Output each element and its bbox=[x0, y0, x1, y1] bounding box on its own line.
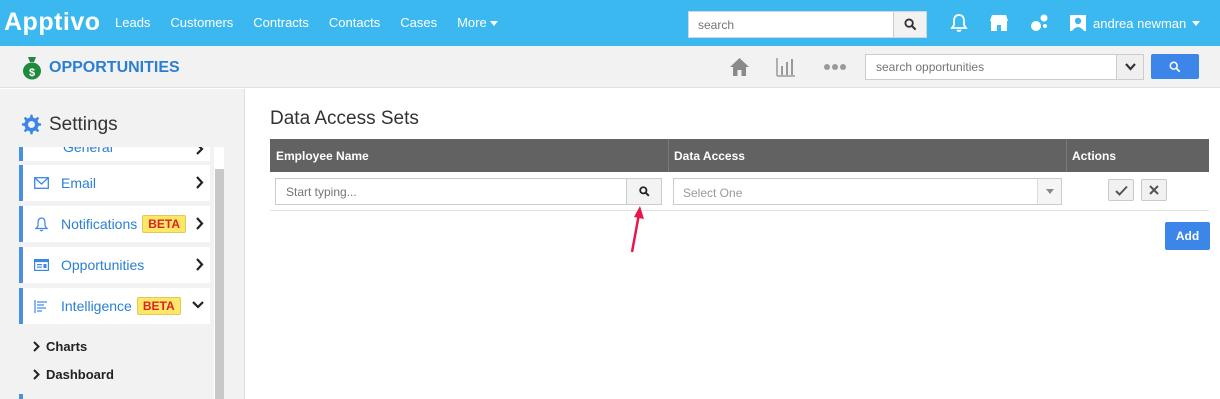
search-filter-dropdown[interactable] bbox=[1116, 55, 1143, 79]
nav-contacts[interactable]: Contacts bbox=[329, 15, 380, 30]
chevron-right-icon bbox=[196, 217, 204, 230]
user-menu[interactable]: andrea newman bbox=[1070, 15, 1201, 31]
column-header-employee-name: Employee Name bbox=[276, 149, 369, 163]
apps-icon bbox=[1031, 14, 1048, 31]
sidebar-item-label: Intelligence bbox=[61, 298, 132, 314]
user-avatar-icon bbox=[1070, 15, 1086, 31]
sidebar-subitem-dashboard[interactable]: Dashboard bbox=[33, 367, 114, 382]
app-store-button[interactable] bbox=[989, 13, 1009, 33]
list-icon bbox=[33, 298, 49, 314]
sidebar-item-edge bbox=[19, 394, 23, 399]
sidebar-item-general[interactable]: General bbox=[19, 147, 210, 161]
gear-icon bbox=[21, 114, 42, 135]
sidebar-item-notifications[interactable]: Notifications BETA bbox=[19, 206, 210, 242]
nav-more-label: More bbox=[457, 15, 487, 30]
sidebar-item-email[interactable]: Email bbox=[19, 165, 210, 201]
employee-name-input[interactable] bbox=[276, 179, 621, 204]
sidebar-item-label: Email bbox=[61, 175, 97, 191]
employee-name-field bbox=[275, 178, 627, 205]
bar-chart-icon bbox=[776, 58, 795, 77]
nav-more[interactable]: More bbox=[457, 15, 498, 30]
sidebar-item-label: Notifications bbox=[61, 216, 138, 232]
sidebar-item-opportunities[interactable]: Opportunities bbox=[19, 247, 210, 283]
notifications-bell-button[interactable] bbox=[949, 13, 969, 33]
opportunity-search-button[interactable] bbox=[1151, 54, 1199, 79]
annotation-arrow-icon bbox=[630, 206, 644, 253]
card-icon bbox=[33, 257, 49, 273]
sidebar-item-intelligence[interactable]: Intelligence BETA bbox=[19, 288, 210, 324]
settings-title-label: Settings bbox=[49, 113, 118, 135]
sidebar-scrollbar-thumb[interactable] bbox=[215, 169, 224, 399]
sidebar-item-general-label: General bbox=[63, 147, 113, 155]
bell-icon bbox=[950, 14, 968, 32]
column-divider bbox=[668, 139, 669, 172]
sidebar-subitem-charts[interactable]: Charts bbox=[33, 339, 87, 354]
apps-button[interactable] bbox=[1030, 13, 1050, 33]
caret-down-icon bbox=[489, 21, 498, 27]
sidebar-subitem-label: Dashboard bbox=[46, 367, 114, 382]
ellipsis-icon bbox=[824, 64, 846, 70]
dropdown-toggle[interactable] bbox=[1037, 179, 1061, 204]
chevron-right-icon bbox=[33, 341, 40, 352]
page-title: Data Access Sets bbox=[270, 108, 419, 129]
search-icon bbox=[638, 186, 649, 197]
chevron-down-icon bbox=[1124, 63, 1136, 71]
data-access-select[interactable]: Select One bbox=[673, 178, 1062, 205]
home-button[interactable] bbox=[729, 56, 750, 78]
checkmark-icon bbox=[1114, 185, 1128, 196]
more-options-button[interactable] bbox=[823, 56, 847, 78]
column-header-data-access: Data Access bbox=[674, 149, 745, 163]
chevron-right-icon bbox=[33, 369, 40, 380]
chevron-down-icon bbox=[192, 301, 204, 309]
top-navigation-bar: Apptivo Leads Customers Contracts Contac… bbox=[0, 0, 1220, 46]
nav-leads[interactable]: Leads bbox=[115, 15, 150, 30]
main-nav: Leads Customers Contracts Contacts Cases… bbox=[115, 15, 518, 30]
chevron-right-icon bbox=[196, 147, 204, 155]
cancel-button[interactable] bbox=[1141, 179, 1167, 201]
user-name: andrea newman bbox=[1093, 15, 1187, 31]
table-row: Select One bbox=[270, 172, 1209, 211]
beta-badge: BETA bbox=[142, 215, 187, 233]
reports-button[interactable] bbox=[776, 56, 796, 78]
global-search bbox=[688, 11, 927, 38]
store-icon bbox=[990, 15, 1008, 31]
confirm-button[interactable] bbox=[1108, 179, 1134, 201]
chevron-right-icon bbox=[196, 258, 204, 271]
chevron-right-icon bbox=[196, 176, 204, 189]
envelope-icon bbox=[33, 175, 49, 191]
search-icon bbox=[1169, 61, 1181, 72]
settings-title: Settings bbox=[20, 113, 118, 136]
app-title[interactable]: $ OPPORTUNITIES bbox=[22, 56, 180, 80]
money-bag-icon: $ bbox=[23, 57, 41, 80]
opportunity-search-input[interactable] bbox=[866, 55, 1114, 79]
beta-badge: BETA bbox=[136, 297, 181, 315]
column-header-actions: Actions bbox=[1072, 149, 1117, 163]
apptivo-logo[interactable]: Apptivo bbox=[4, 8, 101, 37]
home-icon bbox=[730, 58, 749, 76]
bell-icon bbox=[33, 216, 49, 232]
sidebar-item-label: Opportunities bbox=[61, 257, 145, 273]
table-header: Employee Name Data Access Actions bbox=[270, 139, 1209, 172]
column-divider bbox=[1066, 139, 1067, 172]
global-search-button[interactable] bbox=[893, 12, 926, 37]
caret-down-icon bbox=[1192, 20, 1201, 26]
app-header: $ OPPORTUNITIES bbox=[0, 46, 1220, 88]
data-access-selected-value: Select One bbox=[683, 186, 743, 200]
caret-down-icon bbox=[1045, 189, 1054, 194]
nav-contracts[interactable]: Contracts bbox=[253, 15, 309, 30]
close-icon bbox=[1149, 185, 1159, 195]
add-button[interactable]: Add bbox=[1165, 222, 1210, 250]
nav-cases[interactable]: Cases bbox=[400, 15, 437, 30]
employee-search-button[interactable] bbox=[626, 178, 662, 205]
opportunity-search bbox=[865, 54, 1144, 80]
svg-text:$: $ bbox=[29, 67, 35, 79]
global-search-input[interactable] bbox=[689, 12, 894, 37]
search-icon bbox=[903, 18, 916, 31]
app-title-label: OPPORTUNITIES bbox=[49, 59, 180, 76]
settings-sidebar: Settings General Email Notifications BET… bbox=[0, 89, 245, 399]
nav-customers[interactable]: Customers bbox=[170, 15, 233, 30]
sidebar-subitem-label: Charts bbox=[46, 339, 88, 354]
